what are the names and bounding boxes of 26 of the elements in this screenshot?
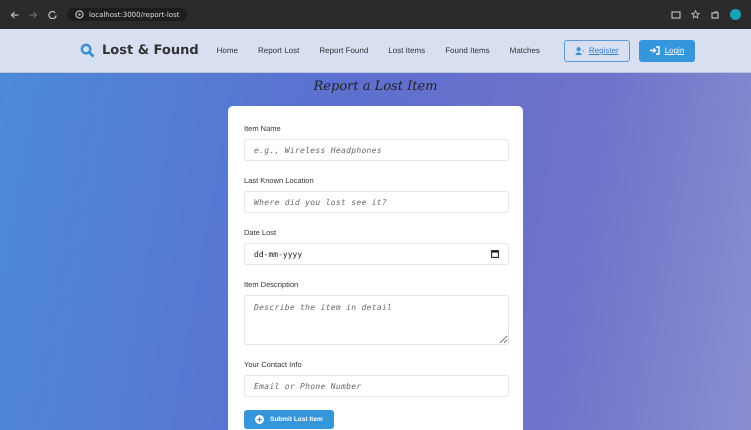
nav-link[interactable]: Home [216,46,238,55]
brand-name[interactable]: Lost & Found [102,43,199,58]
user-icon [574,46,584,54]
search-icon [80,43,95,58]
sign-in-icon [650,46,660,55]
profile-avatar[interactable] [730,9,741,20]
input-field[interactable]: e.g., Wireless Headphones [244,139,509,161]
nav-link[interactable]: Report Found [319,46,368,55]
screen-cast-icon[interactable] [671,10,681,20]
page-title: Report a Lost Item [314,79,438,94]
date-field[interactable]: dd-mm-yyyy [244,243,509,265]
extensions-icon[interactable] [710,10,720,20]
nav-link[interactable]: Report Lost [258,46,300,55]
back-icon[interactable] [10,10,19,18]
star-icon[interactable] [691,10,700,19]
nav-link[interactable]: Matches [510,46,540,55]
input-field[interactable]: Where did you lost see it? [244,191,509,213]
text-area[interactable]: Describe the item in detail [244,295,509,345]
site-info-icon[interactable] [75,10,84,19]
reload-icon[interactable] [48,10,57,19]
plus-circle-icon [255,415,264,424]
input-field[interactable]: Email or Phone Number [244,375,509,397]
calendar-icon[interactable] [491,250,499,258]
nav-link[interactable]: Lost Items [388,46,426,55]
nav-link[interactable]: Found Items [445,46,490,55]
forward-icon[interactable] [29,10,38,18]
